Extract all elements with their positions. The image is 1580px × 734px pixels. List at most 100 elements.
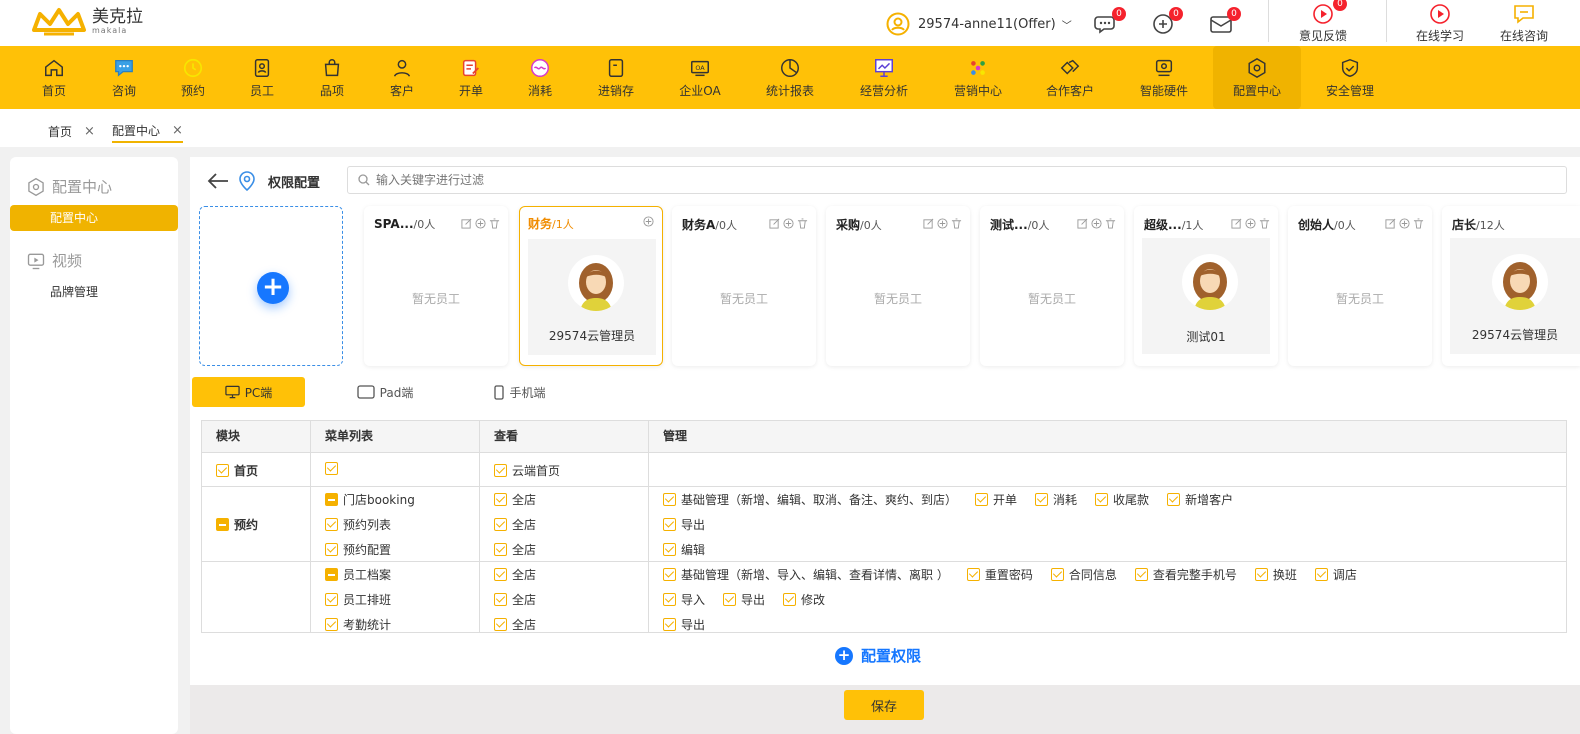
permission-option[interactable]: 导出 — [723, 591, 765, 608]
view-cell[interactable]: 云端首页 — [494, 462, 560, 479]
tab-home[interactable]: 首页 × — [48, 119, 95, 143]
nav-item-hardware[interactable]: 智能硬件 — [1134, 46, 1194, 109]
nav-item-analysis[interactable]: 经营分析 — [854, 46, 914, 109]
view-cell[interactable]: 全店 — [494, 591, 536, 608]
checkbox-checked[interactable] — [663, 543, 676, 556]
checkbox-checked[interactable] — [1035, 493, 1049, 506]
checkbox-checked[interactable] — [325, 618, 338, 631]
checkbox-checked[interactable] — [663, 493, 676, 506]
permission-option[interactable]: 新增客户 — [1167, 491, 1233, 508]
checkbox-checked[interactable] — [325, 518, 338, 531]
edit-icon[interactable] — [769, 218, 780, 229]
back-button[interactable] — [206, 171, 230, 194]
edit-icon[interactable] — [1231, 218, 1242, 229]
menu-cell[interactable]: 员工排班 — [325, 591, 391, 608]
save-button[interactable]: 保存 — [844, 690, 924, 720]
nav-item-consult[interactable]: 咨询 — [98, 46, 150, 109]
checkbox-indeterminate[interactable] — [216, 518, 229, 531]
permission-option[interactable]: 编辑 — [663, 541, 705, 558]
checkbox-checked[interactable] — [1314, 568, 1328, 581]
menu-cell[interactable]: 预约列表 — [325, 516, 391, 533]
checkbox-checked[interactable] — [494, 493, 507, 506]
trash-icon[interactable] — [1413, 218, 1424, 229]
role-card[interactable]: 测试.../0人 暂无员工 — [980, 206, 1124, 366]
checkbox-checked[interactable] — [1050, 568, 1064, 581]
checkbox-checked[interactable] — [325, 593, 338, 606]
trash-icon[interactable] — [797, 218, 808, 229]
nav-item-consume[interactable]: 消耗 — [514, 46, 566, 109]
tab-pad[interactable]: Pad端 — [335, 377, 435, 407]
nav-item-partners[interactable]: 合作客户 — [1040, 46, 1100, 109]
close-icon[interactable]: × — [84, 124, 95, 139]
checkbox-checked[interactable] — [494, 543, 507, 556]
checkbox-checked[interactable] — [723, 593, 737, 606]
permission-option[interactable]: 重置密码 — [966, 566, 1033, 583]
checkbox-indeterminate[interactable] — [325, 493, 338, 506]
module-booking[interactable]: 预约 — [216, 516, 258, 533]
role-card[interactable]: 创始人/0人 暂无员工 — [1288, 206, 1432, 366]
edit-icon[interactable] — [1385, 218, 1396, 229]
trash-icon[interactable] — [951, 218, 962, 229]
add-circle-icon[interactable] — [475, 218, 486, 229]
checkbox-checked[interactable] — [494, 568, 507, 581]
checkbox-checked[interactable] — [216, 464, 229, 477]
checkbox-indeterminate[interactable] — [325, 568, 338, 581]
menu-cell[interactable]: 考勤统计 — [325, 616, 391, 632]
edit-icon[interactable] — [1077, 218, 1088, 229]
menu-cell[interactable]: 门店booking — [325, 491, 415, 508]
permission-option[interactable]: 换班 — [1254, 566, 1297, 583]
checkbox-checked[interactable] — [325, 543, 338, 556]
permission-option[interactable]: 收尾款 — [1095, 491, 1149, 508]
nav-item-reports[interactable]: 统计报表 — [760, 46, 820, 109]
permission-option[interactable]: 查看完整手机号 — [1134, 566, 1237, 583]
add-circle-icon[interactable] — [1245, 218, 1256, 229]
checkbox-checked[interactable] — [663, 568, 676, 581]
permission-option[interactable]: 合同信息 — [1050, 566, 1117, 583]
checkbox-checked[interactable] — [494, 518, 507, 531]
permission-option[interactable]: 基础管理（新增、编辑、取消、备注、爽约、到店） — [663, 491, 957, 508]
close-icon[interactable]: × — [172, 123, 183, 138]
permission-option[interactable]: 基础管理（新增、导入、编辑、查看详情、离职 ） — [663, 566, 949, 583]
feedback-button[interactable]: 0 意见反馈 — [1293, 0, 1353, 44]
sidebar-group-video[interactable]: 视频 — [26, 250, 82, 271]
permission-option[interactable]: 导入 — [663, 591, 705, 608]
view-cell[interactable]: 全店 — [494, 566, 536, 583]
menu-cell[interactable] — [325, 462, 343, 475]
trash-icon[interactable] — [1259, 218, 1270, 229]
view-cell[interactable]: 全店 — [494, 616, 536, 632]
configure-permission-button[interactable]: + 配置权限 — [835, 645, 921, 666]
checkbox-checked[interactable] — [783, 593, 797, 606]
checkbox-checked[interactable] — [494, 618, 507, 631]
mail-notifications[interactable]: 0 — [1209, 7, 1241, 36]
view-cell[interactable]: 全店 — [494, 491, 536, 508]
nav-item-marketing[interactable]: 营销中心 — [948, 46, 1008, 109]
checkbox-checked[interactable] — [975, 493, 989, 506]
menu-cell[interactable]: 预约配置 — [325, 541, 391, 558]
filter-search[interactable] — [347, 166, 1567, 194]
add-circle-icon[interactable] — [643, 216, 654, 227]
role-card[interactable]: 采购/0人 暂无员工 — [826, 206, 970, 366]
nav-item-booking[interactable]: 预约 — [167, 46, 219, 109]
checkbox-checked[interactable] — [1167, 493, 1181, 506]
role-card[interactable]: 超级.../1人 测试01 — [1134, 206, 1278, 366]
permission-option[interactable]: 开单 — [975, 491, 1017, 508]
checkbox-checked[interactable] — [1095, 493, 1109, 506]
role-card-selected[interactable]: 财务/1人 29574云管理员 — [519, 206, 663, 366]
checkbox-checked[interactable] — [494, 593, 507, 606]
tab-pc[interactable]: PC端 — [192, 377, 305, 407]
nav-item-inventory[interactable]: 进销存 — [590, 46, 642, 109]
checkbox-checked[interactable] — [663, 618, 676, 631]
add-circle-icon[interactable] — [937, 218, 948, 229]
member-tile[interactable]: 29574云管理员 — [528, 239, 656, 355]
nav-item-staff[interactable]: 员工 — [236, 46, 288, 109]
trash-icon[interactable] — [489, 218, 500, 229]
checkbox-checked[interactable] — [325, 462, 338, 475]
add-circle-icon[interactable] — [783, 218, 794, 229]
member-tile[interactable]: 测试01 — [1142, 238, 1270, 354]
nav-item-security[interactable]: 安全管理 — [1320, 46, 1380, 109]
nav-item-products[interactable]: 品项 — [306, 46, 358, 109]
chat-notifications[interactable]: 0 — [1094, 7, 1126, 36]
permission-option[interactable]: 修改 — [783, 591, 825, 608]
add-circle-icon[interactable] — [1091, 218, 1102, 229]
role-card[interactable]: 店长/12人 29574云管理员 — [1442, 206, 1580, 366]
